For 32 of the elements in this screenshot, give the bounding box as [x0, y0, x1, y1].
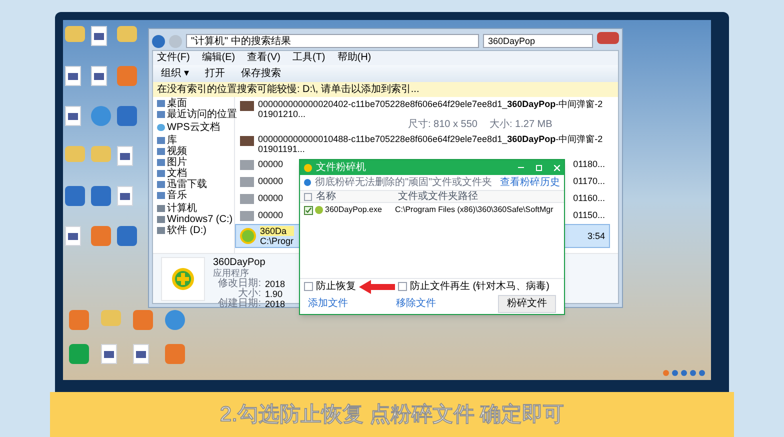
file-name: 01150... [573, 211, 605, 220]
file-name: 360DayPop [213, 257, 266, 268]
column-header: 名称 [316, 192, 337, 202]
file-name: 000000000000020402-c11be705228e8f606e64f29ele7ee8d1_360DayPop-中间弹窗-201901210... [258, 99, 604, 119]
column-header: 文件或文件夹路径 [398, 192, 478, 202]
file-path: C:\Program Files (x86)\360\360Safe\SoftMgr [395, 206, 554, 214]
file-name: 01180... [573, 160, 605, 169]
file-name: 00000 [258, 160, 284, 169]
file-name: 360Da [260, 226, 294, 236]
file-name: 360DayPop.exe [325, 206, 383, 214]
detail-value: 2018 [265, 279, 286, 289]
file-name: 00000 [258, 211, 284, 220]
detail-value: 1.90 [265, 289, 283, 299]
file-name: 01160... [573, 194, 605, 203]
file-meta: 尺寸: 810 x 550 [408, 119, 478, 130]
caption-text: 2.勾选防止恢复 点粉碎文件 确定即可 [220, 402, 564, 428]
info-text: 彻底粉碎无法删除的"顽固"文件或文件夹 [315, 178, 492, 188]
file-name: 000000000000010488-c11be705228e8f606e64f29ele7ee8d1_360DayPop-中间弹窗-201901191... [258, 134, 604, 154]
file-name: 01170... [573, 177, 605, 186]
dialog-title: 文件粉碎机 [316, 162, 367, 172]
option-label: 防止文件再生 (针对木马、病毒) [410, 282, 550, 292]
detail-value: 2018 [265, 299, 286, 309]
file-path: C:\Progr [260, 236, 294, 246]
detail-label: 创建日期: [217, 299, 261, 309]
detail-label: 大小: [238, 289, 261, 299]
file-meta: 大小: 1.27 MB [489, 119, 552, 130]
file-time: 3:54 [587, 232, 605, 240]
file-name: 00000 [258, 177, 284, 186]
detail-label: 修改日期: [217, 279, 261, 289]
file-name: 00000 [258, 194, 284, 203]
file-type: 应用程序 [213, 268, 249, 278]
option-label: 防止恢复 [316, 282, 356, 292]
